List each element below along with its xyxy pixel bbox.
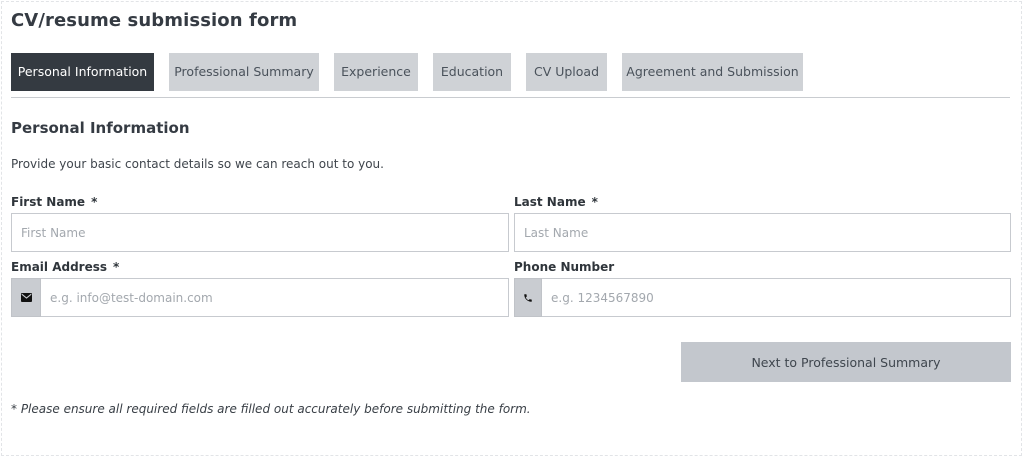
phone-input-group	[514, 278, 1011, 317]
section-description: Provide your basic contact details so we…	[11, 157, 384, 171]
phone-field[interactable]	[542, 278, 1011, 317]
email-input-group	[11, 278, 509, 317]
tab-professional-summary[interactable]: Professional Summary	[169, 53, 319, 91]
phone-label-text: Phone Number	[514, 260, 615, 274]
tab-personal-information[interactable]: Personal Information	[11, 53, 154, 91]
tab-experience[interactable]: Experience	[334, 53, 418, 91]
phone-label: Phone Number	[514, 260, 614, 274]
last-name-input[interactable]	[514, 213, 1011, 252]
required-marker: *	[113, 260, 120, 274]
required-marker: *	[91, 195, 98, 209]
required-marker: *	[591, 195, 598, 209]
tab-cv-upload[interactable]: CV Upload	[526, 53, 607, 91]
form-title: CV/resume submission form	[11, 10, 298, 31]
last-name-label-text: Last Name	[514, 195, 586, 209]
next-to-professional-summary-button[interactable]: Next to Professional Summary	[681, 342, 1011, 382]
required-fields-footnote: * Please ensure all required fields are …	[11, 402, 531, 416]
email-label: Email Address *	[11, 260, 119, 274]
last-name-label: Last Name *	[514, 195, 598, 209]
email-label-text: Email Address	[11, 260, 108, 274]
phone-icon	[514, 278, 542, 317]
first-name-input[interactable]	[11, 213, 509, 252]
tab-agreement-and-submission[interactable]: Agreement and Submission	[622, 53, 803, 91]
first-name-label: First Name *	[11, 195, 97, 209]
email-field[interactable]	[41, 278, 509, 317]
first-name-label-text: First Name	[11, 195, 86, 209]
tabs-divider	[11, 97, 1010, 98]
envelope-icon	[11, 278, 41, 317]
section-heading: Personal Information	[11, 119, 190, 137]
tab-education[interactable]: Education	[433, 53, 511, 91]
